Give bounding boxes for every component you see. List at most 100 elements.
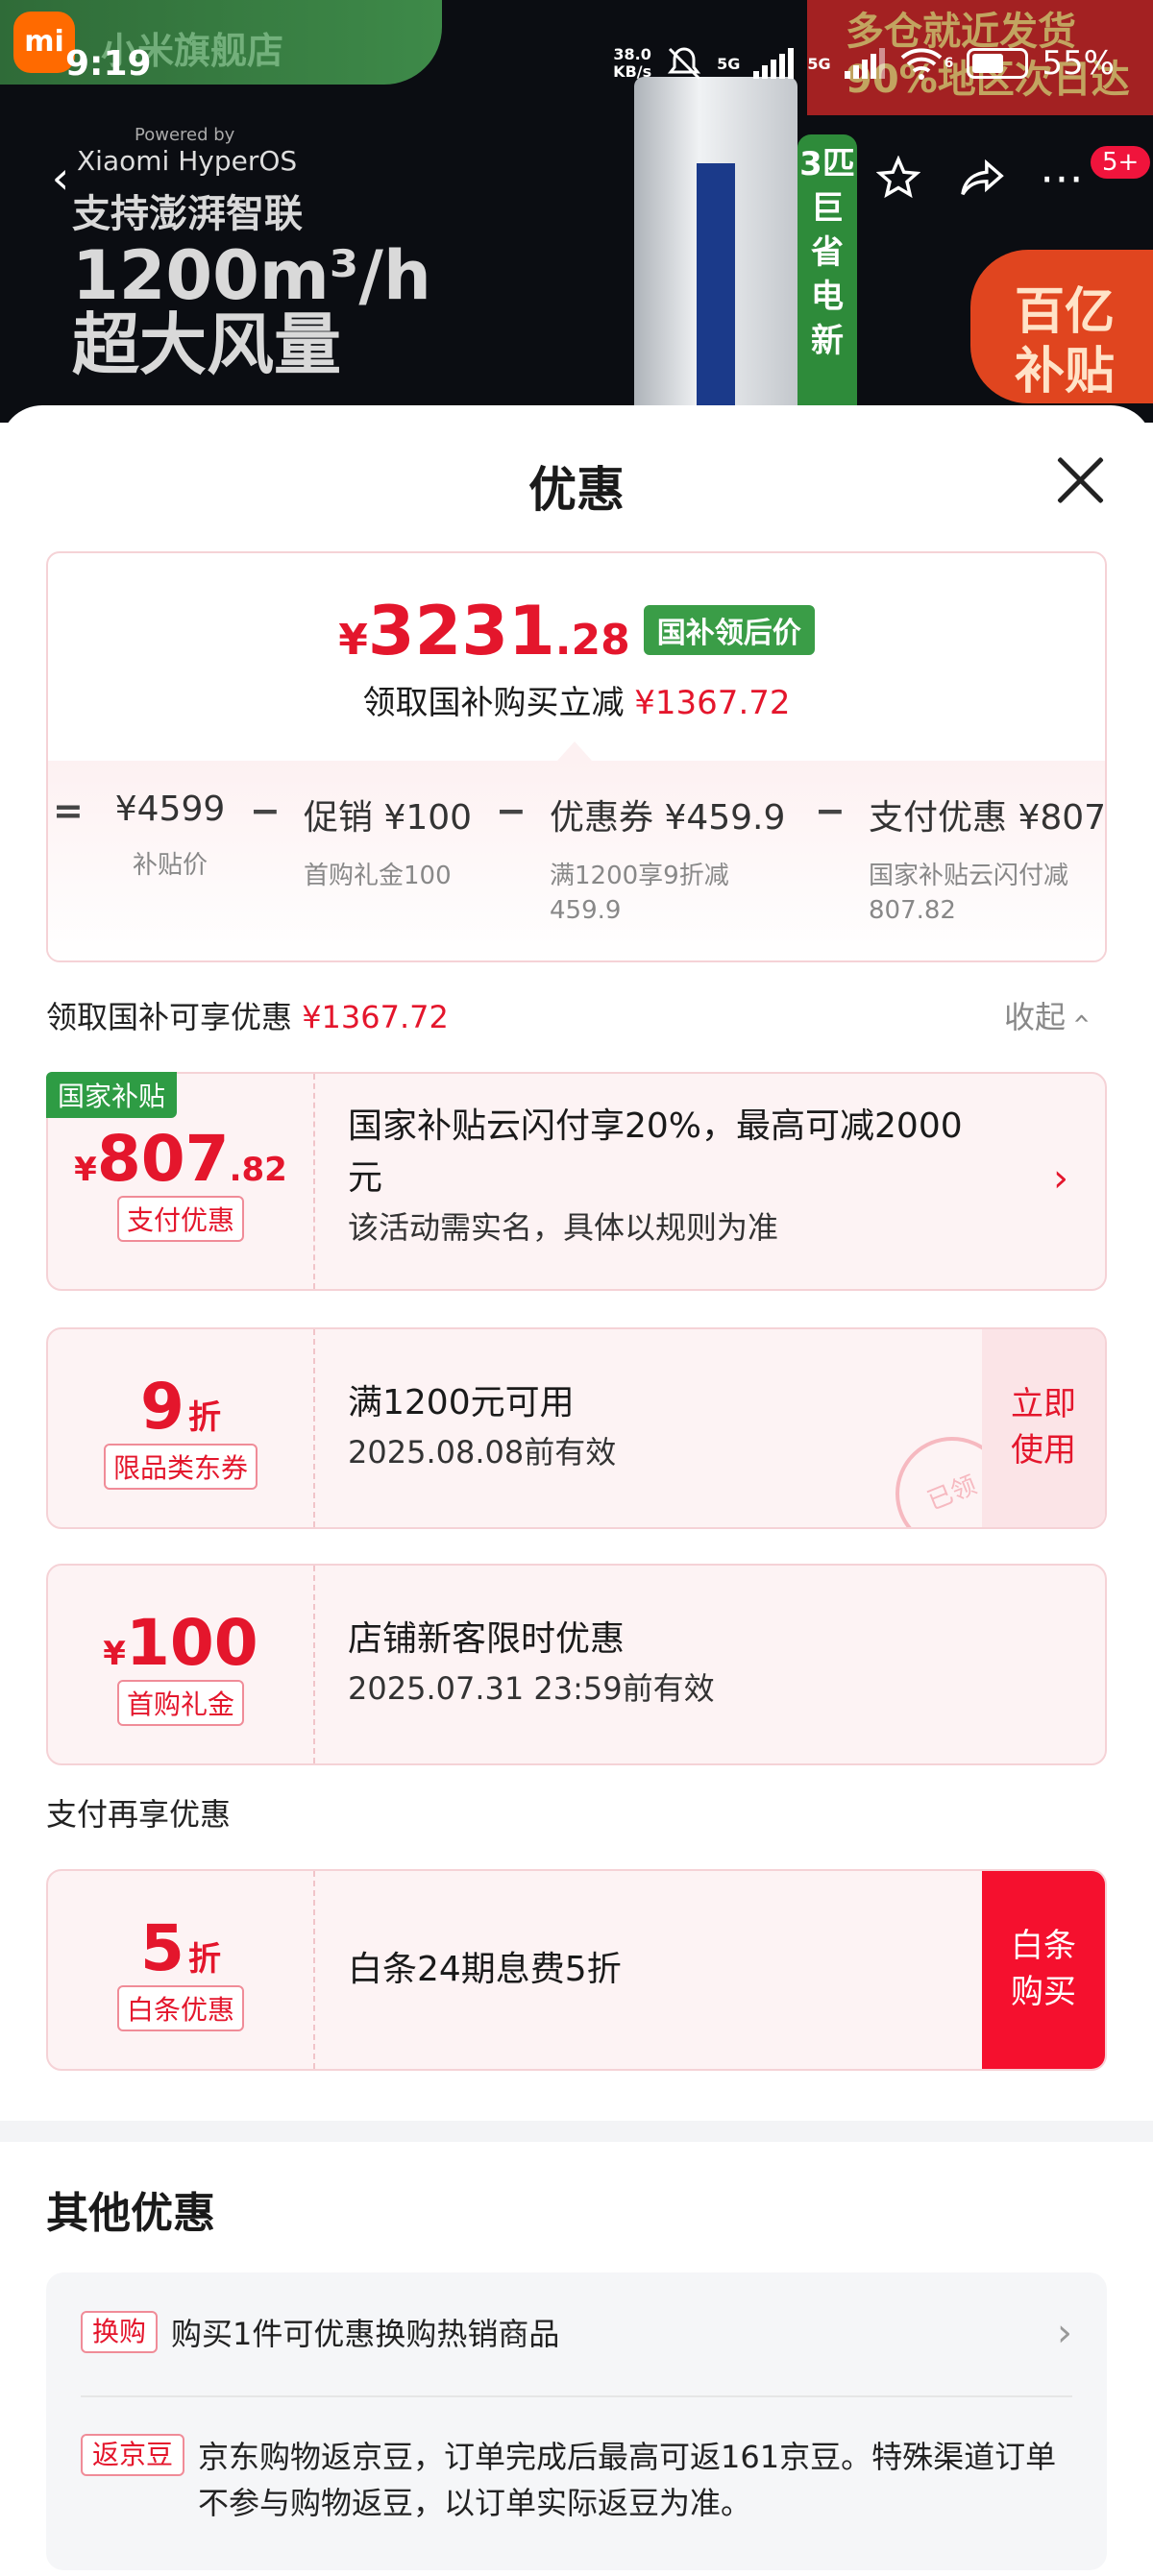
coupon-subtitle: 2025.07.31 23:59前有效 bbox=[348, 1670, 715, 1707]
coupon-subtitle: 该活动需实名，具体以规则为准 bbox=[348, 1209, 779, 1246]
battery-level: 55% bbox=[1042, 44, 1115, 83]
signal-1-icon bbox=[753, 48, 795, 79]
favorite-star-icon[interactable] bbox=[865, 144, 932, 211]
chevron-right-icon: › bbox=[1053, 1156, 1068, 1201]
item-text: 购买1件可优惠换购热销商品 bbox=[171, 2316, 560, 2352]
baitiao-coupon[interactable]: 5折 白条优惠 白条24期息费5折 白条 购买 bbox=[46, 1869, 1107, 2071]
subsidy-price-tag: 国补领后价 bbox=[643, 605, 815, 655]
discount-sheet: 优惠 ¥3231.28 国补领后价 领取国补购买立减 ¥1367.72 = ¥4… bbox=[0, 405, 1153, 2576]
chevron-up-icon: › bbox=[1064, 1012, 1098, 1025]
hero-line-3: 超大风量 bbox=[72, 305, 341, 384]
back-icon[interactable]: ‹ bbox=[27, 144, 94, 211]
first-purchase-coupon[interactable]: ¥100 首购礼金 店铺新客限时优惠 2025.07.31 23:59前有效 bbox=[46, 1564, 1107, 1765]
amount-unit: 折 bbox=[187, 1940, 221, 1979]
coupon-title: 国家补贴云闪付享20%，最高可减2000元 bbox=[348, 1106, 963, 1198]
breakdown-value: 优惠券 ¥459.9 bbox=[550, 798, 786, 838]
item-text: 京东购物返京豆，订单完成后最高可返161京豆。特殊渠道订单不参与购物返豆，以订单… bbox=[198, 2439, 1057, 2521]
clock: 9:19 bbox=[65, 44, 152, 84]
section-divider bbox=[0, 2121, 1153, 2142]
use-now-button[interactable]: 立即 使用 bbox=[982, 1329, 1105, 1527]
breakdown-value: 促销 ¥100 bbox=[304, 798, 473, 838]
other-discounts-title: 其他优惠 bbox=[46, 2189, 215, 2238]
collapse-button[interactable]: 收起 › bbox=[1004, 993, 1098, 1037]
network-1-label: 5G bbox=[717, 54, 741, 73]
coupon-amount-panel: 5折 白条优惠 bbox=[48, 1871, 315, 2069]
hero-line-1: 支持澎湃智联 bbox=[72, 192, 303, 236]
sheet-title: 优惠 bbox=[528, 462, 625, 518]
national-subsidy-flag: 国家补贴 bbox=[46, 1072, 178, 1118]
battery-icon bbox=[967, 48, 1029, 79]
section-label: 领取国补可享优惠 bbox=[46, 999, 293, 1035]
amount-big: 100 bbox=[125, 1606, 258, 1680]
breakdown-desc: 补贴价 bbox=[132, 851, 208, 880]
wifi-level: 6 bbox=[944, 56, 954, 71]
brand-text: Xiaomi HyperOS bbox=[77, 145, 298, 177]
category-coupon[interactable]: 9折 限品类东券 满1200元可用 2025.08.08前有效 已领 立即 使用 bbox=[46, 1327, 1107, 1529]
speed-value: 38.0 bbox=[613, 45, 651, 63]
coupon-amount: ¥807.82 bbox=[48, 1122, 313, 1196]
baitiao-buy-button[interactable]: 白条 购买 bbox=[982, 1871, 1105, 2069]
price-currency: ¥ bbox=[338, 616, 368, 665]
price-breakdown: = ¥4599 补贴价 − 促销 ¥100 首购礼金100 − 优惠券 ¥459.9… bbox=[48, 761, 1107, 960]
amount-small: .82 bbox=[229, 1151, 287, 1189]
more-icon[interactable]: ⋯ bbox=[1028, 144, 1095, 211]
minus-sign: − bbox=[815, 790, 846, 832]
price-decimal: .28 bbox=[554, 616, 630, 665]
item-tag: 换购 bbox=[81, 2311, 159, 2353]
share-icon[interactable] bbox=[949, 144, 1017, 211]
amount-big: 5 bbox=[140, 1911, 184, 1985]
other-discounts-list: 换购 购买1件可优惠换购热销商品 › 返京豆 京东购物返京豆，订单完成后最高可返… bbox=[46, 2272, 1107, 2570]
coupon-info: 满1200元可用 2025.08.08前有效 bbox=[348, 1377, 990, 1475]
hyperos-logo: Powered by Xiaomi HyperOS bbox=[77, 125, 297, 177]
coupon-amount-panel: 9折 限品类东券 bbox=[48, 1329, 315, 1527]
network-speed: 38.0 KB/s bbox=[613, 46, 651, 81]
trade-in-item[interactable]: 换购 购买1件可优惠换购热销商品 › bbox=[81, 2311, 1072, 2357]
coupon-tag: 支付优惠 bbox=[116, 1196, 244, 1242]
breakdown-desc: 国家补贴云闪付减 807.82 bbox=[869, 862, 1069, 925]
chevron-right-icon: › bbox=[1057, 2311, 1072, 2355]
coupon-tag: 白条优惠 bbox=[116, 1985, 244, 2031]
hero-text: 支持澎湃智联 1200m³/h 超大风量 bbox=[72, 187, 431, 379]
close-icon[interactable] bbox=[1053, 453, 1107, 507]
saving-line: 领取国补购买立减 ¥1367.72 bbox=[48, 676, 1105, 723]
amount-currency: ¥ bbox=[74, 1151, 97, 1189]
payment-discount-coupon[interactable]: ¥807.82 支付优惠 国家补贴云闪付享20%，最高可减2000元 该活动需实… bbox=[46, 1072, 1107, 1291]
final-price: ¥3231.28 bbox=[338, 592, 629, 670]
amount-unit: 折 bbox=[187, 1398, 221, 1437]
air-conditioner-image bbox=[634, 77, 797, 423]
amount-big: 9 bbox=[140, 1370, 184, 1444]
minus-sign: − bbox=[250, 790, 281, 832]
message-count-badge: 5+ bbox=[1091, 146, 1151, 179]
coupon-amount: ¥100 bbox=[48, 1606, 313, 1680]
coupon-title: 店铺新客限时优惠 bbox=[348, 1619, 626, 1659]
amount-big: 807 bbox=[96, 1122, 230, 1196]
jingdou-item: 返京豆 京东购物返京豆，订单完成后最高可返161京豆。特殊渠道订单不参与购物返豆… bbox=[81, 2434, 1072, 2526]
status-bar: 9:19 38.0 KB/s 5G 5G 6 55% bbox=[0, 0, 1153, 125]
saving-amount: ¥1367.72 bbox=[634, 684, 791, 722]
mute-bell-icon bbox=[668, 47, 701, 81]
breakdown-promotion: 促销 ¥100 首购礼金100 bbox=[304, 790, 472, 893]
price-integer: 3231 bbox=[367, 592, 555, 670]
breakdown-payment: 支付优惠 ¥807 国家补贴云闪付减 807.82 bbox=[869, 790, 1107, 928]
coupon-info: 国家补贴云闪付享20%，最高可减2000元 该活动需实名，具体以规则为准 bbox=[348, 1101, 990, 1251]
status-icons: 38.0 KB/s 5G 5G 6 55% bbox=[613, 44, 1115, 83]
pay-section-header: 支付再享优惠 bbox=[46, 1796, 232, 1833]
price-notch bbox=[557, 741, 592, 761]
breakdown-desc: 满1200享9折减 459.9 bbox=[550, 862, 729, 925]
minus-sign: − bbox=[496, 790, 527, 832]
speed-unit: KB/s bbox=[613, 62, 652, 81]
list-divider bbox=[81, 2395, 1072, 2397]
network-2-label: 5G bbox=[807, 54, 831, 73]
vertical-badge: 3匹巨省电新 bbox=[797, 134, 857, 423]
section-amount: ¥1367.72 bbox=[302, 999, 449, 1035]
coupon-tag: 限品类东券 bbox=[103, 1444, 258, 1490]
coupon-amount-panel: ¥100 首购礼金 bbox=[48, 1566, 315, 1763]
coupon-title: 白条24期息费5折 bbox=[348, 1950, 622, 1989]
signal-2-icon bbox=[844, 48, 885, 79]
saving-desc: 领取国补购买立减 bbox=[362, 684, 625, 722]
amount-currency: ¥ bbox=[103, 1635, 126, 1673]
collapse-label: 收起 bbox=[1004, 999, 1067, 1035]
coupon-info: 店铺新客限时优惠 2025.07.31 23:59前有效 bbox=[348, 1614, 990, 1712]
breakdown-value: 支付优惠 ¥807 bbox=[869, 798, 1107, 838]
coupon-tag: 首购礼金 bbox=[116, 1680, 244, 1726]
